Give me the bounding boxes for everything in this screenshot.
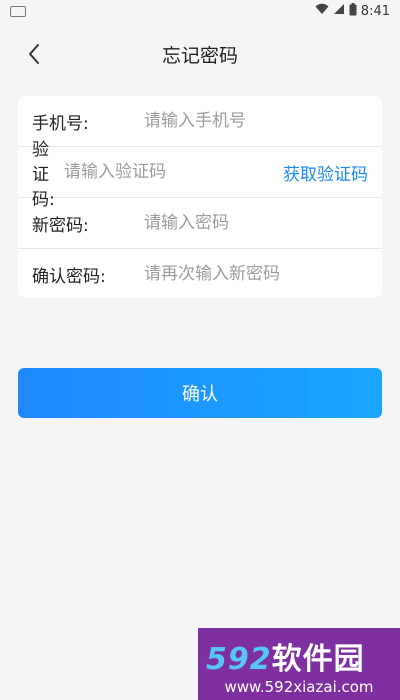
keyboard-icon xyxy=(10,5,26,17)
status-time: 8:41 xyxy=(360,3,390,19)
nav-bar: 忘记密码 xyxy=(0,22,400,86)
battery-icon xyxy=(349,2,357,20)
phone-input[interactable] xyxy=(144,111,368,131)
status-bar: 8:41 xyxy=(0,0,400,22)
watermark-number: 592 xyxy=(206,642,272,677)
confirm-button[interactable]: 确认 xyxy=(18,368,382,418)
watermark-name: 软件园 xyxy=(271,642,365,677)
watermark-url: www.592xiazai.com xyxy=(224,678,374,696)
back-button[interactable] xyxy=(14,32,54,76)
watermark-logo: 592软件园 www.592xiazai.com xyxy=(198,628,400,700)
wifi-icon xyxy=(315,3,329,19)
form-card: 手机号: 验证码: 获取验证码 新密码: 确认密码: xyxy=(18,96,382,298)
confirm-password-input[interactable] xyxy=(144,264,368,284)
code-label: 验证码: xyxy=(32,139,55,210)
get-code-button[interactable]: 获取验证码 xyxy=(283,160,368,185)
new-password-input[interactable] xyxy=(144,213,368,233)
phone-label: 手机号: xyxy=(32,113,89,134)
code-input[interactable] xyxy=(64,162,283,182)
chevron-left-icon xyxy=(29,44,39,64)
signal-icon xyxy=(333,3,345,19)
confirm-password-label: 确认密码: xyxy=(32,266,106,287)
page-title: 忘记密码 xyxy=(161,44,238,67)
new-password-row: 新密码: xyxy=(18,198,382,249)
phone-row: 手机号: xyxy=(18,96,382,147)
confirm-password-row: 确认密码: xyxy=(18,249,382,298)
new-password-label: 新密码: xyxy=(32,215,89,236)
code-row: 验证码: 获取验证码 xyxy=(18,140,382,210)
